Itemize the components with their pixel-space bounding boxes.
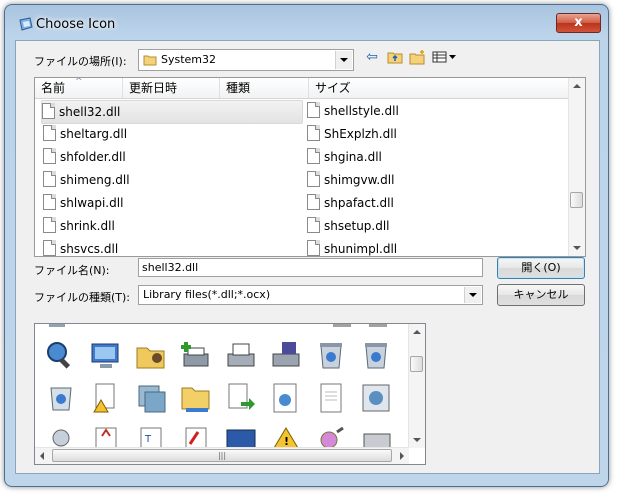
cd-icon: [320, 426, 344, 448]
list-item[interactable]: shpafact.dll: [307, 192, 394, 214]
file-icon: [42, 103, 55, 119]
file-icon: [307, 102, 320, 118]
scroll-down-icon[interactable]: [573, 246, 581, 250]
computer-icon: [363, 433, 391, 448]
folder-user-icon: [136, 347, 165, 369]
text-document-icon: T: [140, 427, 162, 448]
chevron-down-icon[interactable]: [335, 51, 352, 69]
list-item[interactable]: sheltarg.dll: [43, 123, 127, 145]
filename-label: ファイル名(N):: [34, 264, 110, 277]
file-icon: [43, 171, 56, 187]
file-icon: [307, 217, 320, 233]
scroll-down-icon[interactable]: [413, 438, 421, 442]
icon-preview-list[interactable]: T ! |||: [34, 323, 426, 465]
column-modified[interactable]: 更新日時: [123, 78, 220, 98]
list-header: 名前 ^ 更新日時 種類 サイズ: [35, 78, 569, 99]
file-icon: [43, 125, 56, 141]
recycle-bin-icon: [365, 343, 387, 369]
list-vertical-scrollbar[interactable]: [568, 78, 585, 256]
file-icon: [43, 217, 56, 233]
file-icon: [307, 240, 320, 256]
location-label: ファイルの場所(I):: [34, 55, 127, 68]
file-icon: [307, 171, 320, 187]
app-icon: [18, 16, 34, 32]
list-item[interactable]: ShExplzh.dll: [307, 123, 397, 145]
location-combo[interactable]: System32: [138, 49, 354, 71]
new-folder-icon[interactable]: [408, 48, 428, 66]
monitor-gear-icon: [91, 343, 119, 368]
document-arrow-icon: [228, 383, 255, 410]
list-item[interactable]: shellstyle.dll: [307, 100, 399, 122]
warning-document-icon: [93, 383, 115, 413]
settings-document-icon: [273, 383, 297, 413]
cancel-button[interactable]: キャンセル: [497, 284, 585, 306]
recycle-bin-full-icon: [320, 343, 342, 369]
close-button[interactable]: x: [556, 13, 601, 33]
file-list[interactable]: 名前 ^ 更新日時 種類 サイズ shell32.dll sheltarg.dll…: [34, 77, 586, 257]
acrobat-icon: [185, 427, 207, 448]
list-item[interactable]: shell32.dll: [41, 100, 303, 124]
filetype-combo[interactable]: Library files(*.dll;*.ocx): [138, 285, 483, 305]
list-item[interactable]: shimeng.dll: [43, 169, 130, 191]
filename-input[interactable]: shell32.dll: [138, 258, 483, 277]
scroll-right-icon[interactable]: [400, 452, 404, 460]
back-icon[interactable]: ⇦: [362, 48, 382, 66]
folder-open-icon: [181, 387, 210, 412]
file-icon: [43, 240, 56, 256]
list-item[interactable]: shsetup.dll: [307, 215, 390, 237]
column-size[interactable]: サイズ: [309, 78, 569, 98]
scroll-left-icon[interactable]: [40, 452, 44, 460]
icons-vertical-scrollbar[interactable]: [408, 324, 425, 448]
scroll-up-icon[interactable]: [413, 330, 421, 334]
svg-text:T: T: [144, 434, 152, 445]
window-title: Choose Icon: [36, 17, 116, 32]
monitor-icon: [226, 429, 256, 448]
warning-icon: !: [273, 427, 299, 448]
file-icon: [307, 125, 320, 141]
list-item[interactable]: shfolder.dll: [43, 146, 126, 168]
file-icon: [307, 194, 320, 210]
list-item[interactable]: shimgvw.dll: [307, 169, 394, 191]
icons-horizontal-scrollbar[interactable]: |||: [35, 447, 409, 464]
list-item[interactable]: shrink.dll: [43, 215, 115, 237]
blank-document-icon: [320, 383, 342, 413]
fax-printer-icon: [272, 342, 300, 367]
file-icon: [307, 148, 320, 164]
recycle-bin-icon: [50, 387, 72, 411]
file-icon: [43, 148, 56, 164]
gear-window-icon: [362, 384, 390, 412]
file-icon: [43, 194, 56, 210]
scroll-thumb[interactable]: [570, 192, 583, 208]
close-icon: x: [574, 15, 583, 30]
open-button[interactable]: 開く(O): [497, 257, 585, 279]
stacked-windows-icon: [138, 385, 166, 413]
list-item[interactable]: shlwapi.dll: [43, 192, 123, 214]
folder-icon: [143, 53, 157, 66]
scroll-thumb-horizontal[interactable]: |||: [52, 449, 392, 462]
list-item[interactable]: shsvcs.dll: [43, 238, 118, 256]
up-folder-icon[interactable]: [385, 48, 405, 66]
list-item[interactable]: shgina.dll: [307, 146, 382, 168]
column-name[interactable]: 名前 ^: [35, 78, 123, 98]
scroll-up-icon[interactable]: [573, 84, 581, 88]
network-printer-icon: [181, 342, 209, 367]
view-menu-icon[interactable]: [431, 48, 459, 66]
filetype-value: Library files(*.dll;*.ocx): [143, 288, 271, 301]
chevron-down-icon[interactable]: [464, 287, 481, 303]
sort-up-icon: ^: [75, 77, 83, 87]
list-item[interactable]: shunimpl.dll: [307, 238, 397, 256]
icon-grid: T !: [47, 324, 391, 448]
scroll-thumb[interactable]: [410, 356, 423, 372]
pdf-document-icon: [95, 427, 117, 448]
column-type[interactable]: 種類: [220, 78, 309, 98]
filename-value: shell32.dll: [142, 261, 199, 274]
location-value: System32: [161, 53, 217, 66]
settings-icon: [52, 429, 70, 447]
filetype-label: ファイルの種類(T):: [34, 291, 131, 304]
printer-icon: [227, 343, 255, 367]
search-icon: [47, 342, 71, 369]
